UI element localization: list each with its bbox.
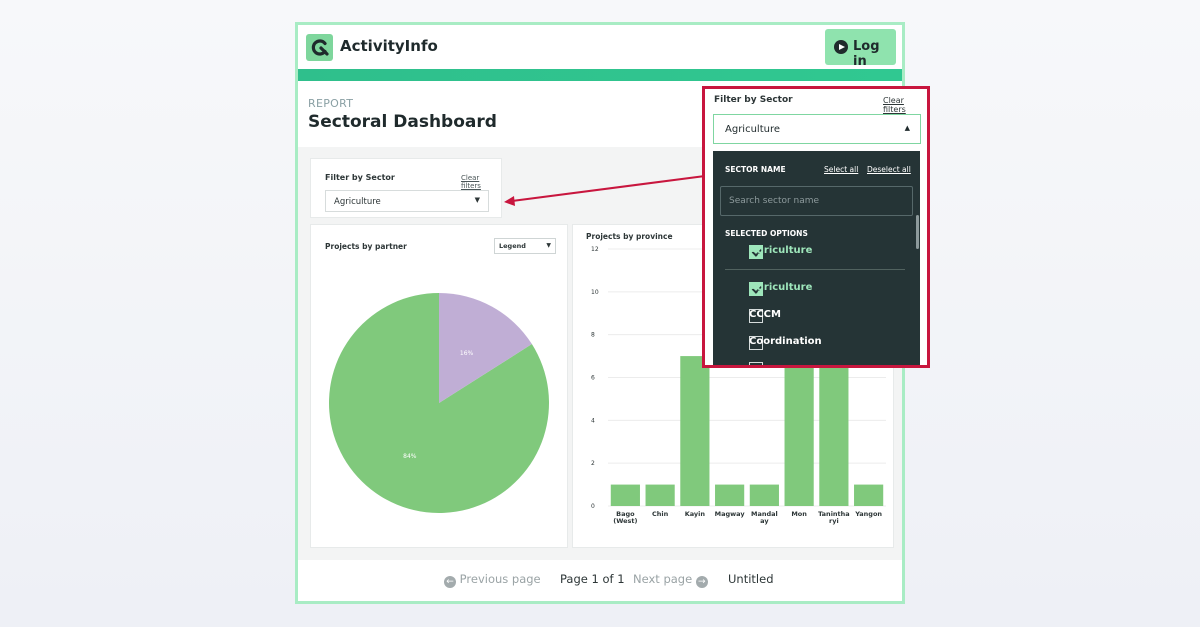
caret-down-icon: ▼ bbox=[474, 196, 480, 204]
bar bbox=[645, 484, 675, 506]
x-tick-label: Mon bbox=[791, 510, 807, 518]
x-tick-label: Kayin bbox=[685, 510, 706, 518]
bar bbox=[819, 356, 849, 506]
filter-label: Filter by Sector bbox=[325, 173, 395, 182]
arrow-left-icon: ← bbox=[444, 576, 456, 588]
divider bbox=[725, 269, 905, 270]
y-tick-label: 12 bbox=[591, 246, 599, 253]
dropdown-scrollbar[interactable] bbox=[916, 215, 919, 249]
login-button[interactable]: Log in bbox=[825, 29, 896, 69]
sector-select-value: Agriculture bbox=[725, 124, 780, 135]
bar bbox=[610, 484, 640, 506]
previous-page-button[interactable]: ← Previous page bbox=[444, 572, 541, 588]
previous-page-label: Previous page bbox=[459, 572, 541, 586]
sector-select-open[interactable]: Agriculture ▲ bbox=[713, 114, 921, 144]
filter-label: Filter by Sector bbox=[714, 95, 793, 105]
bar bbox=[715, 484, 745, 506]
zoomed-filter-panel: Filter by Sector Clear filters Agricultu… bbox=[702, 86, 930, 368]
page-title: Sectoral Dashboard bbox=[308, 112, 497, 132]
page-indicator: Page 1 of 1 bbox=[560, 572, 625, 586]
next-page-button[interactable]: Next page → bbox=[633, 572, 708, 588]
play-icon bbox=[834, 40, 848, 54]
option-label: CCCM bbox=[749, 309, 781, 320]
y-tick-label: 0 bbox=[591, 503, 595, 510]
sector-select[interactable]: Agriculture ▼ bbox=[325, 190, 489, 212]
bar bbox=[854, 484, 884, 506]
selected-options-heading: SELECTED OPTIONS bbox=[725, 229, 808, 238]
header-band bbox=[298, 69, 902, 81]
bar bbox=[749, 484, 779, 506]
y-tick-label: 2 bbox=[591, 460, 595, 467]
option-label: Agriculture bbox=[749, 245, 813, 256]
checkbox-icon bbox=[749, 362, 763, 365]
search-placeholder: Search sector name bbox=[729, 196, 820, 206]
option-label: Coordination bbox=[749, 336, 822, 347]
x-tick-label: Chin bbox=[652, 510, 669, 518]
deselect-all-link[interactable]: Deselect all bbox=[867, 165, 911, 174]
next-page-label: Next page bbox=[633, 572, 693, 586]
bar bbox=[784, 356, 814, 506]
select-all-link[interactable]: Select all bbox=[824, 165, 858, 174]
login-label: Log in bbox=[853, 39, 880, 69]
dropdown-column-title: SECTOR NAME bbox=[725, 165, 786, 174]
x-tick-label: Magway bbox=[715, 510, 746, 518]
search-sector-input[interactable]: Search sector name bbox=[720, 186, 913, 216]
arrow-right-icon: → bbox=[695, 576, 708, 588]
top-bar: ActivityInfo Log in bbox=[298, 25, 902, 69]
y-tick-label: 4 bbox=[591, 417, 595, 424]
pager: ← Previous page Page 1 of 1 Next page → … bbox=[298, 560, 902, 601]
sector-filter-card: Filter by Sector Clear filters Agricultu… bbox=[310, 158, 502, 218]
x-tick-label: ryi bbox=[829, 517, 839, 525]
x-tick-label: (West) bbox=[613, 517, 637, 525]
sector-dropdown: SECTOR NAME Select all Deselect all Sear… bbox=[713, 151, 920, 365]
clear-filters-link[interactable]: Clear filters bbox=[883, 96, 927, 114]
sector-select-value: Agriculture bbox=[334, 197, 381, 207]
y-tick-label: 10 bbox=[591, 289, 599, 296]
x-tick-label: Yangon bbox=[854, 510, 882, 518]
report-name: Untitled bbox=[728, 572, 774, 586]
y-tick-label: 8 bbox=[591, 332, 595, 339]
report-eyebrow: REPORT bbox=[308, 97, 354, 110]
app-name: ActivityInfo bbox=[340, 37, 438, 55]
x-tick-label: ay bbox=[760, 517, 769, 525]
caret-up-icon: ▲ bbox=[904, 124, 910, 132]
clear-filters-link[interactable]: Clear filters bbox=[461, 174, 501, 190]
pie-slice-label: 84% bbox=[403, 453, 417, 460]
y-tick-label: 6 bbox=[591, 375, 595, 382]
pie-slice-label: 16% bbox=[460, 350, 474, 357]
bar bbox=[680, 356, 710, 506]
pie-chart-card: Projects by partner Legend ▼ 84% 16% bbox=[310, 224, 568, 548]
option-label: Agriculture bbox=[749, 282, 813, 293]
activityinfo-logo-icon bbox=[306, 34, 333, 61]
pie-chart: 84% 16% bbox=[328, 293, 549, 513]
